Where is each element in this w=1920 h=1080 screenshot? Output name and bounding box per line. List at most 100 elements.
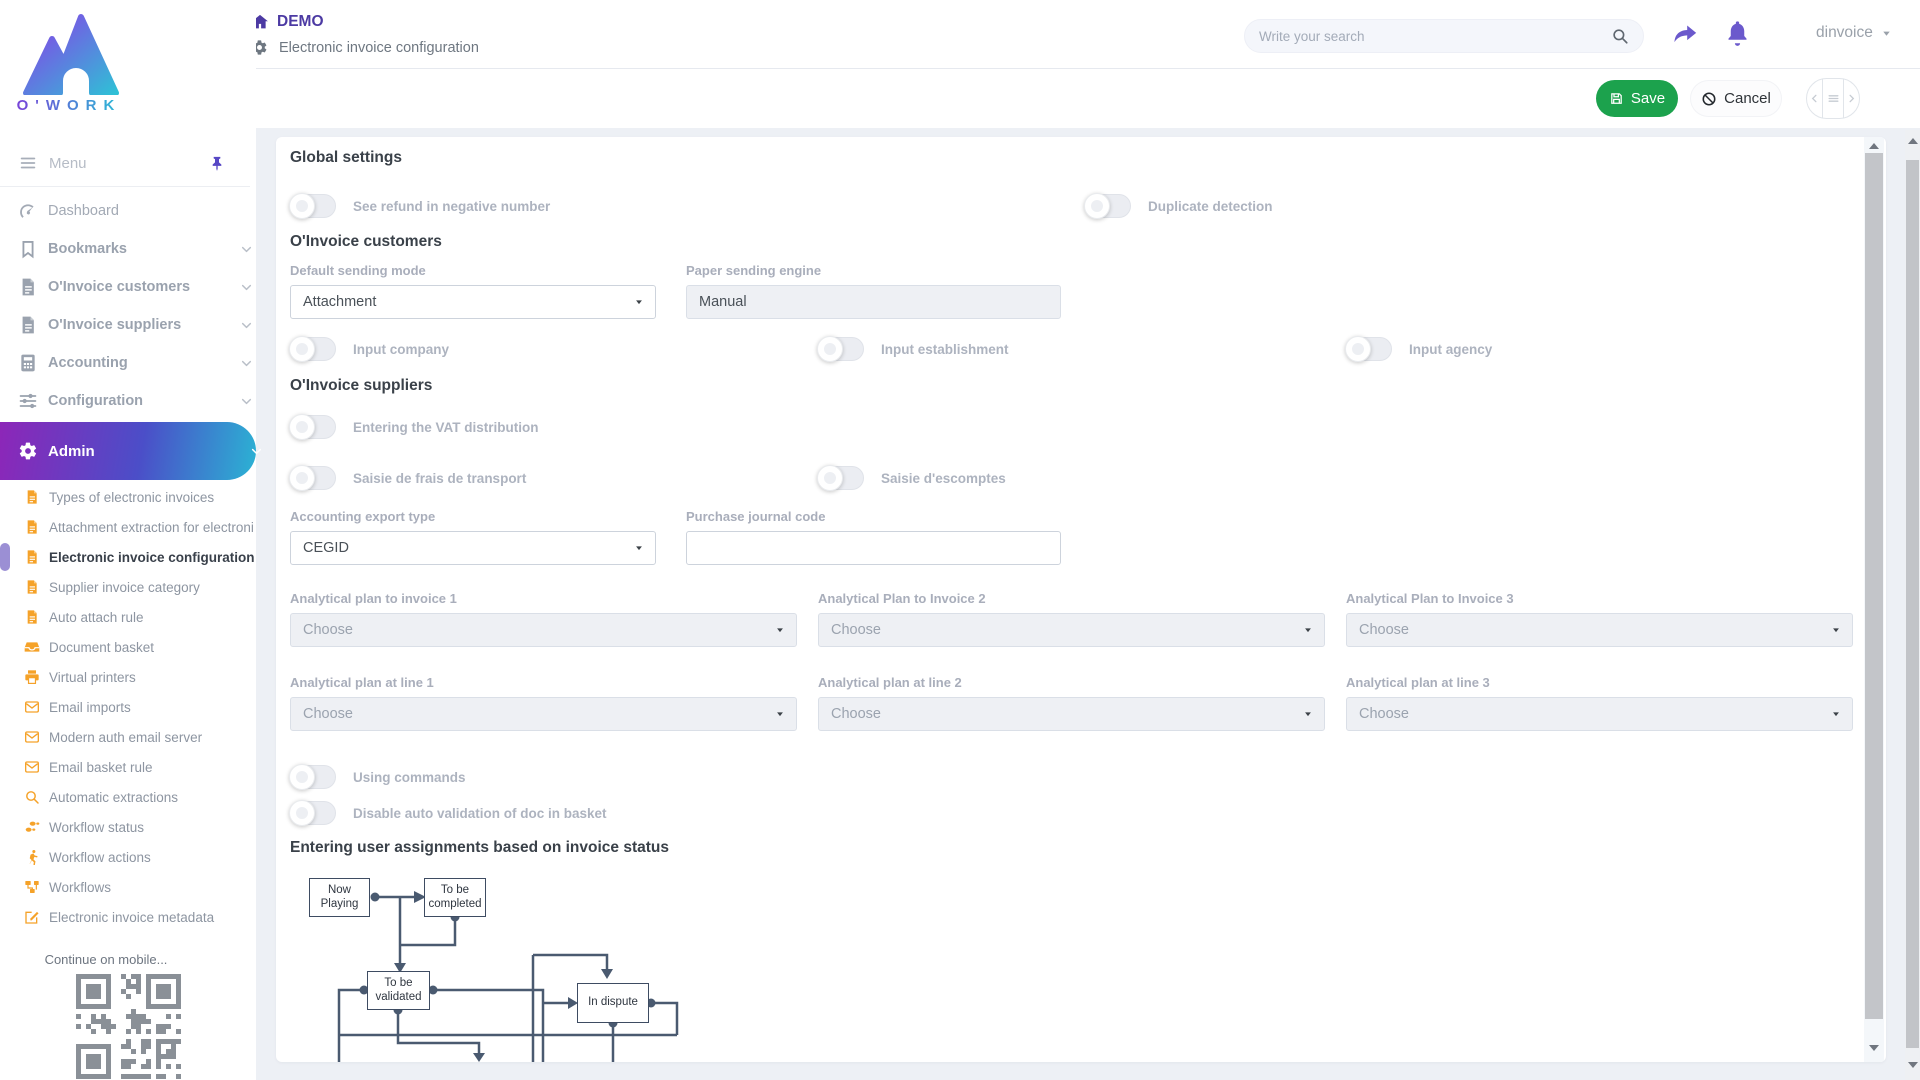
- chevron-down-icon: [1881, 28, 1892, 39]
- save-button[interactable]: Save: [1596, 80, 1678, 117]
- sidebar-item-admin[interactable]: Admin: [0, 422, 256, 480]
- bookmark-icon: [18, 239, 38, 259]
- submenu-item-workflow-status[interactable]: Workflow status: [0, 812, 256, 842]
- envelope-icon: [24, 759, 40, 775]
- submenu-item-automatic-extractions[interactable]: Automatic extractions: [0, 782, 256, 812]
- field-label: Analytical plan at line 1: [290, 675, 434, 690]
- field-label: Analytical plan at line 3: [1346, 675, 1490, 690]
- submenu-item-email-basket-rule[interactable]: Email basket rule: [0, 752, 256, 782]
- top-header: DEMO Electronic invoice configuration di…: [0, 0, 1920, 128]
- submenu-item-auto-attach-rule[interactable]: Auto attach rule: [0, 602, 256, 632]
- accounting-export-type-select[interactable]: CEGID: [290, 531, 656, 565]
- sidebar-item-accounting[interactable]: Accounting: [0, 344, 256, 382]
- pager-prev-button[interactable]: [1807, 79, 1822, 118]
- envelope-icon: [24, 699, 40, 715]
- discount-entry-toggle[interactable]: [818, 466, 864, 490]
- scroll-up-arrow[interactable]: [1908, 138, 1918, 144]
- field-label: Analytical plan at line 2: [818, 675, 962, 690]
- duplicate-detection-toggle[interactable]: [1085, 194, 1131, 218]
- user-menu[interactable]: dinvoice: [1816, 24, 1892, 42]
- disable-auto-validation-toggle[interactable]: [290, 801, 336, 825]
- file-icon: [18, 315, 38, 335]
- active-indicator: [0, 543, 10, 571]
- search-input[interactable]: [1259, 29, 1611, 44]
- submenu-item-workflow-actions[interactable]: Workflow actions: [0, 842, 256, 872]
- printer-icon: [24, 669, 40, 685]
- toggle-label: Entering the VAT distribution: [353, 420, 539, 435]
- using-commands-toggle[interactable]: [290, 765, 336, 789]
- user-name: dinvoice: [1816, 24, 1873, 42]
- pin-icon[interactable]: [209, 155, 225, 172]
- analytical-plan-line-3-select[interactable]: Choose: [1346, 697, 1853, 731]
- toggle-label: Input establishment: [881, 342, 1009, 357]
- submenu-item-attachment-extraction[interactable]: Attachment extraction for electroni: [0, 512, 256, 542]
- hamburger-icon[interactable]: [18, 154, 38, 172]
- input-company-toggle[interactable]: [290, 337, 336, 361]
- shoeprints-icon: [24, 819, 40, 835]
- paper-sending-engine-input[interactable]: [686, 285, 1061, 319]
- caret-down-icon: [634, 543, 644, 553]
- submenu-item-electronic-invoice-configuration[interactable]: Electronic invoice configuration: [0, 542, 256, 572]
- vat-distribution-toggle[interactable]: [290, 415, 336, 439]
- sliders-icon: [18, 391, 38, 411]
- see-refund-toggle[interactable]: [290, 194, 336, 218]
- sidebar-nav: Dashboard Bookmarks O'Invoice customers …: [0, 192, 256, 480]
- submenu-item-supplier-invoice-category[interactable]: Supplier invoice category: [0, 572, 256, 602]
- submenu-item-electronic-invoice-metadata[interactable]: Electronic invoice metadata: [0, 902, 256, 932]
- cancel-button[interactable]: Cancel: [1690, 80, 1782, 117]
- submenu-item-document-basket[interactable]: Document basket: [0, 632, 256, 662]
- sidebar-item-oinvoice-suppliers[interactable]: O'Invoice suppliers: [0, 306, 256, 344]
- file-icon: [24, 579, 40, 595]
- submenu-item-types-of-electronic-invoices[interactable]: Types of electronic invoices: [0, 482, 256, 512]
- save-icon: [1609, 91, 1624, 106]
- scroll-down-arrow[interactable]: [1869, 1045, 1879, 1051]
- caret-down-icon: [775, 709, 785, 719]
- input-establishment-toggle[interactable]: [818, 337, 864, 361]
- page-title-label: Electronic invoice configuration: [279, 40, 479, 56]
- analytical-plan-invoice-3-select[interactable]: Choose: [1346, 613, 1853, 647]
- page-scrollbar[interactable]: [1905, 130, 1920, 1080]
- brand-logo[interactable]: [18, 13, 124, 95]
- input-agency-toggle[interactable]: [1346, 337, 1392, 361]
- sidebar-item-oinvoice-customers[interactable]: O'Invoice customers: [0, 268, 256, 306]
- workflow-node: To be validated: [367, 971, 430, 1010]
- file-icon: [24, 609, 40, 625]
- sidebar-item-dashboard[interactable]: Dashboard: [0, 192, 256, 230]
- submenu-item-email-imports[interactable]: Email imports: [0, 692, 256, 722]
- analytical-plan-line-2-select[interactable]: Choose: [818, 697, 1325, 731]
- scrollbar-thumb[interactable]: [1865, 153, 1883, 1019]
- pager-list-button[interactable]: [1822, 79, 1844, 118]
- scroll-up-arrow[interactable]: [1869, 143, 1879, 149]
- purchase-journal-code-input[interactable]: [686, 531, 1061, 565]
- analytical-plan-invoice-2-select[interactable]: Choose: [818, 613, 1325, 647]
- panel-scrollbar[interactable]: [1864, 137, 1884, 1062]
- sidebar-menu-header: Menu: [0, 146, 256, 180]
- scrollbar-thumb[interactable]: [1906, 160, 1919, 1048]
- analytical-plan-invoice-1-select[interactable]: Choose: [290, 613, 797, 647]
- workflow-node: In dispute: [577, 983, 649, 1023]
- submenu-item-modern-auth-email-server[interactable]: Modern auth email server: [0, 722, 256, 752]
- scroll-down-arrow[interactable]: [1908, 1062, 1918, 1068]
- transport-fees-toggle[interactable]: [290, 466, 336, 490]
- default-sending-mode-select[interactable]: Attachment: [290, 285, 656, 319]
- edit-icon: [24, 909, 40, 925]
- breadcrumb[interactable]: DEMO: [251, 13, 324, 31]
- share-icon[interactable]: [1672, 21, 1699, 48]
- bell-icon[interactable]: [1724, 20, 1751, 47]
- submenu-item-virtual-printers[interactable]: Virtual printers: [0, 662, 256, 692]
- search-icon[interactable]: [1611, 27, 1629, 45]
- sidebar-item-bookmarks[interactable]: Bookmarks: [0, 230, 256, 268]
- caret-down-icon: [634, 297, 644, 307]
- field-label: Analytical Plan to Invoice 3: [1346, 591, 1514, 606]
- submenu-item-workflows[interactable]: Workflows: [0, 872, 256, 902]
- chevron-left-icon: [1809, 93, 1820, 104]
- caret-down-icon: [1831, 625, 1841, 635]
- pager-next-button[interactable]: [1844, 79, 1859, 118]
- toggle-label: Duplicate detection: [1148, 199, 1273, 214]
- analytical-plan-line-1-select[interactable]: Choose: [290, 697, 797, 731]
- sidebar-item-configuration[interactable]: Configuration: [0, 382, 256, 420]
- global-search[interactable]: [1244, 19, 1644, 53]
- field-label: Analytical Plan to Invoice 2: [818, 591, 986, 606]
- section-title-oinvoice-customers: O'Invoice customers: [290, 233, 442, 251]
- runner-icon: [24, 849, 40, 865]
